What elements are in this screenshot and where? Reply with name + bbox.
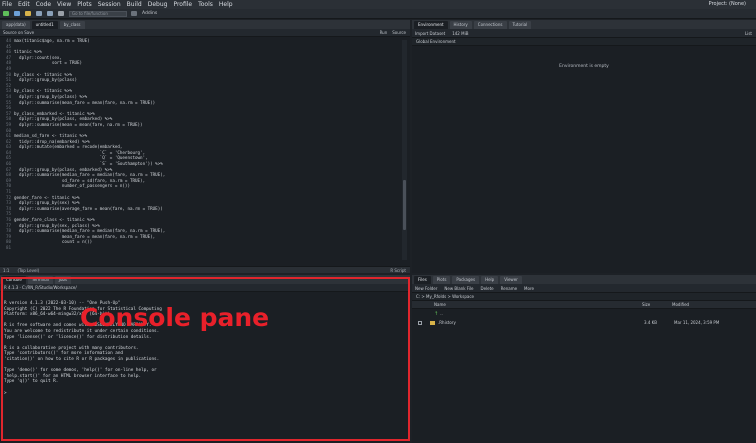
tab-help[interactable]: Help — [481, 276, 499, 284]
files-pane: Files Plots Packages Help Viewer New Fol… — [412, 275, 756, 443]
new-folder-button[interactable]: New Folder — [415, 286, 437, 291]
source-tab[interactable]: app(data) — [2, 21, 30, 29]
code-editor[interactable]: 44 max(titanic$age, na.rm = TRUE) 45 46 tita… — [0, 38, 400, 265]
file-name[interactable]: .Rhistory — [430, 320, 644, 325]
file-row[interactable]: .Rhistory 3.4 KB Mar 11, 2024, 3:59 PM — [412, 318, 756, 327]
delete-button[interactable]: Delete — [480, 286, 493, 291]
run-button[interactable]: Run — [380, 30, 388, 35]
parent-dir-row[interactable]: ↑ .. — [412, 309, 756, 318]
environment-empty-message: Environment is empty — [559, 64, 609, 69]
tab-packages[interactable]: Packages — [452, 276, 480, 284]
environment-scope: Global Environment — [412, 38, 756, 46]
line-number: 81 — [5, 244, 11, 250]
col-size[interactable]: Size — [642, 302, 672, 307]
menu-bar: File Edit Code View Plots Session Build Debug Pr… — [0, 0, 756, 9]
new-project-icon[interactable] — [14, 11, 20, 16]
code-text[interactable]: sort = TRUE) — [14, 60, 82, 66]
menu-build[interactable]: Build — [127, 1, 142, 8]
tab-environment[interactable]: Environment — [414, 21, 448, 29]
tab-history[interactable]: History — [449, 21, 472, 29]
menu-view[interactable]: View — [57, 1, 71, 8]
import-dataset-button[interactable]: Import Dataset — [415, 31, 445, 36]
source-toolbar: Source on Save Run Source — [0, 29, 410, 37]
files-breadcrumb[interactable]: C: > My_Rfolds > Workspace — [412, 293, 756, 301]
code-text[interactable]: count = n()) — [14, 239, 92, 245]
menu-debug[interactable]: Debug — [148, 1, 168, 8]
scrollbar-thumb[interactable] — [403, 180, 406, 230]
print-icon[interactable] — [58, 11, 64, 16]
files-toolbar: New Folder New Blank File Delete Rename … — [412, 284, 756, 293]
col-name[interactable]: Name — [412, 302, 642, 307]
menu-help[interactable]: Help — [219, 1, 233, 8]
menu-code[interactable]: Code — [36, 1, 51, 8]
console-highlight-box — [1, 277, 410, 441]
parent-dir-label[interactable]: .. — [440, 311, 443, 316]
code-text[interactable]: dplyr::summarise(mean = mean(fare, na.rm… — [14, 122, 143, 128]
project-label[interactable]: Project: (None) — [709, 1, 746, 7]
tab-plots[interactable]: Plots — [432, 276, 451, 284]
files-tabs: Files Plots Packages Help Viewer — [412, 275, 756, 284]
tab-viewer[interactable]: Viewer — [500, 276, 522, 284]
menu-plots[interactable]: Plots — [77, 1, 91, 8]
source-tab[interactable]: by_class — [59, 21, 85, 29]
code-text[interactable]: dplyr::summarise(average_fare = mean(far… — [14, 206, 163, 212]
console-annotation: Console pane — [80, 303, 270, 332]
source-on-save-checkbox[interactable]: Source on Save — [3, 30, 34, 35]
menu-tools[interactable]: Tools — [198, 1, 213, 8]
file-icon — [430, 321, 435, 325]
save-all-icon[interactable] — [47, 11, 53, 16]
environment-pane: Environment History Connections Tutorial… — [412, 20, 756, 273]
environment-toolbar: Import Dataset 142 MiB List — [412, 29, 756, 38]
new-file-icon[interactable] — [3, 11, 9, 16]
editor-scrollbar[interactable] — [402, 40, 407, 260]
grid-icon[interactable] — [131, 11, 137, 16]
open-file-icon[interactable] — [25, 11, 31, 16]
source-tab[interactable]: untitled1 — [31, 21, 58, 29]
file-checkbox[interactable] — [418, 320, 422, 325]
code-text[interactable]: max(titanic$age, na.rm = TRUE) — [14, 38, 90, 44]
environment-tabs: Environment History Connections Tutorial — [412, 20, 756, 29]
files-header: Name Size Modified — [412, 301, 756, 309]
addins-menu[interactable]: Addins — [142, 11, 157, 16]
more-menu[interactable]: More — [524, 286, 534, 291]
menu-session[interactable]: Session — [98, 1, 121, 8]
code-text[interactable]: number_of_passengers = n()) — [14, 183, 130, 189]
tab-files[interactable]: Files — [414, 276, 431, 284]
source-button[interactable]: Source — [392, 30, 406, 35]
source-tabs: app(data) untitled1 by_class — [0, 20, 410, 29]
file-type[interactable]: R Script — [390, 268, 406, 273]
memory-usage[interactable]: 142 MiB — [452, 31, 468, 36]
menu-edit[interactable]: Edit — [18, 1, 30, 8]
menu-file[interactable]: File — [2, 1, 12, 8]
source-pane: app(data) untitled1 by_class Source on S… — [0, 20, 410, 273]
view-mode-select[interactable]: List — [745, 31, 752, 36]
code-text[interactable]: dplyr::summarise(mean_fare = mean(fare, … — [14, 100, 155, 106]
col-modified[interactable]: Modified — [672, 302, 689, 307]
code-text[interactable]: dplyr::group_by(pclass) — [14, 77, 77, 83]
file-size: 3.4 KB — [644, 320, 657, 325]
global-environment-select[interactable]: Global Environment — [416, 39, 456, 44]
editor-status-bar: 1:1 (Top Level) R Script — [0, 266, 410, 273]
save-icon[interactable] — [36, 11, 42, 16]
menu-profile[interactable]: Profile — [173, 1, 192, 8]
up-arrow-icon: ↑ — [434, 310, 439, 317]
rename-button[interactable]: Rename — [501, 286, 517, 291]
tab-connections[interactable]: Connections — [473, 21, 507, 29]
cursor-position: 1:1 — [3, 267, 10, 273]
code-line[interactable]: 81 — [0, 245, 400, 251]
file-modified: Mar 11, 2024, 3:59 PM — [674, 320, 720, 325]
main-toolbar: Go to file/function Addins — [0, 9, 756, 19]
tab-tutorial[interactable]: Tutorial — [508, 21, 532, 29]
go-to-file-input[interactable]: Go to file/function — [69, 10, 127, 17]
new-blank-file-button[interactable]: New Blank File — [444, 286, 473, 291]
scope-indicator[interactable]: (Top Level) — [17, 268, 39, 273]
